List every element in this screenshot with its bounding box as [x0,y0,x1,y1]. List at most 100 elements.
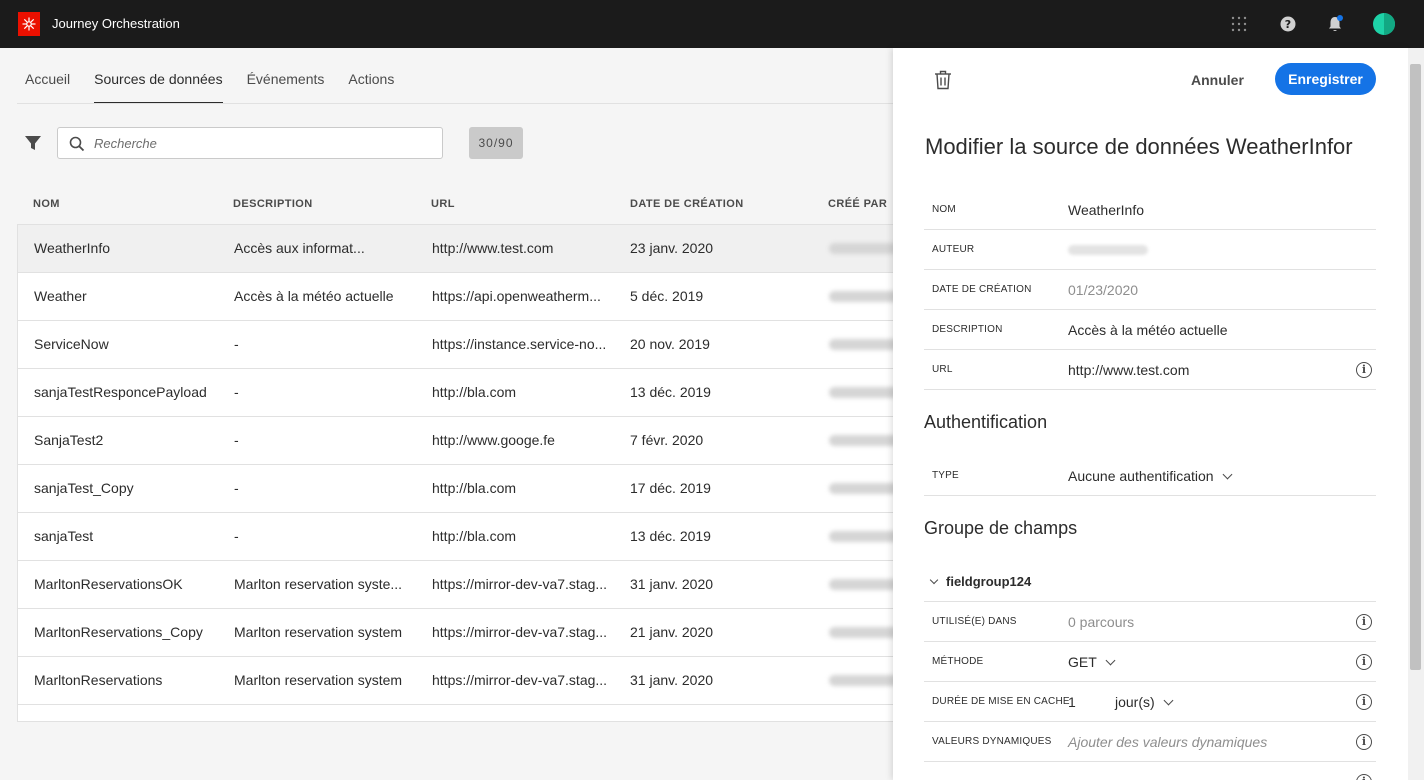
info-icon[interactable]: i [1356,362,1372,378]
apps-grid-icon[interactable] [1228,13,1250,35]
cell-date: 23 janv. 2020 [630,240,714,256]
cell-created-by-redacted [829,579,893,590]
filter-icon[interactable] [24,134,42,152]
avatar-icon[interactable] [1373,13,1395,35]
cell-name: MarltonReservations_Copy [34,624,203,640]
fieldgroup-section-title: Groupe de champs [924,518,1078,538]
info-icon[interactable]: i [1356,694,1372,710]
chevron-down-icon[interactable] [1163,695,1174,706]
cell-url: https://mirror-dev-va7.stag... [432,672,608,688]
cell-name: Weather [34,288,87,304]
cell-description: - [234,384,239,400]
field-label: NOM [932,204,956,215]
cell-created-by-redacted [829,291,893,302]
table-row[interactable]: MarltonReservations_Copy Marlton reserva… [18,609,893,657]
cell-date: 17 déc. 2019 [630,480,711,496]
chevron-down-icon[interactable] [1222,469,1233,480]
cell-date: 31 janv. 2020 [630,672,714,688]
cell-created-by-redacted [829,339,893,350]
cell-url: http://bla.com [432,480,517,496]
tab-evenements[interactable]: Événements [247,48,325,104]
field-label: UTILISÉ(E) DANS [932,616,1017,627]
cell-url: http://bla.com [432,528,517,544]
cell-description: Marlton reservation syste... [234,576,403,592]
description-value[interactable]: Accès à la météo actuelle [1068,310,1228,350]
table-row[interactable]: Weather Accès à la météo actuelle https:… [18,273,893,321]
table-row[interactable]: sanjaTest_Copy - http://bla.com 17 déc. … [18,465,893,513]
main-content: Accueil Sources de données Événements Ac… [0,48,893,780]
cell-url: http://bla.com [432,384,517,400]
cell-created-by-redacted [829,627,893,638]
auth-type-value: Aucune authentification [1068,468,1214,484]
field-label: DATE DE CRÉATION [932,284,1032,295]
cell-date: 13 déc. 2019 [630,528,711,544]
table-row[interactable]: ServiceNow - https://instance.service-no… [18,321,893,369]
table-row[interactable]: sanjaTest - http://bla.com 13 déc. 2019 [18,513,893,561]
column-header-nom[interactable]: NOM [33,198,60,210]
adobe-logo-icon[interactable] [18,12,40,36]
auth-type-dropdown[interactable]: Aucune authentification [1068,456,1233,496]
bell-icon[interactable] [1324,13,1346,35]
column-header-cree-par[interactable]: CRÉÉ PAR [828,198,887,210]
method-dropdown[interactable]: GET [1068,642,1116,682]
field-row-author: AUTEUR [924,230,1376,270]
field-label: DESCRIPTION [932,324,1003,335]
fieldgroup-name: fieldgroup124 [946,574,1032,589]
trash-icon[interactable] [934,70,952,90]
column-header-date[interactable]: DATE DE CRÉATION [630,198,744,210]
cell-description: - [234,480,239,496]
app-title: Journey Orchestration [52,16,180,31]
cell-url: http://www.googe.fe [432,432,555,448]
cell-url: https://api.openweatherm... [432,288,601,304]
cell-description: - [234,528,239,544]
cell-description: Accès aux informat... [234,240,365,256]
field-label: MÉTHODE [932,656,984,667]
auth-section-title: Authentification [924,412,1048,432]
table-row[interactable]: SanjaTest2 - http://www.googe.fe 7 févr.… [18,417,893,465]
table-row[interactable]: WeatherInfo Accès aux informat... http:/… [18,225,893,273]
cell-created-by-redacted [829,675,893,686]
table-row[interactable]: sanjaTestResponcePayload - http://bla.co… [18,369,893,417]
column-header-url[interactable]: URL [431,198,455,210]
chevron-down-icon[interactable] [1105,655,1116,666]
chevron-down-icon[interactable] [929,575,939,585]
scrollbar-thumb[interactable] [1410,64,1421,670]
tab-actions[interactable]: Actions [348,48,394,104]
cell-name: MarltonReservations [34,672,163,688]
cell-description: Marlton reservation system [234,672,403,688]
info-icon[interactable]: i [1356,734,1372,750]
table-row[interactable]: MarltonReservationsOK Marlton reservatio… [18,561,893,609]
tab-accueil[interactable]: Accueil [25,48,70,104]
field-row-dynamic-values: VALEURS DYNAMIQUES Ajouter des valeurs d… [924,722,1376,762]
info-icon[interactable]: i [1356,774,1372,780]
cell-description: Marlton reservation system [234,624,403,640]
cache-unit-dropdown[interactable]: jour(s) [1115,682,1174,722]
search-field[interactable] [57,127,443,159]
cell-name: WeatherInfo [34,240,111,256]
info-icon[interactable]: i [1356,654,1372,670]
table-row[interactable]: MarltonReservations Marlton reservation … [18,657,893,705]
search-input[interactable] [94,128,434,158]
field-row-description: DESCRIPTION Accès à la météo actuelle [924,310,1376,350]
field-label: AUTEUR [932,244,975,255]
cell-date: 7 févr. 2020 [630,432,704,448]
cancel-button[interactable]: Annuler [1179,64,1256,96]
cache-duration-input[interactable]: 1 [1068,682,1076,722]
info-icon[interactable]: i [1356,614,1372,630]
dynamic-values-input[interactable]: Ajouter des valeurs dynamiques [1068,722,1267,762]
author-value-redacted [1068,245,1148,255]
column-header-description[interactable]: DESCRIPTION [233,198,313,210]
cell-date: 21 janv. 2020 [630,624,714,640]
url-value[interactable]: http://www.test.com [1068,350,1189,390]
table-header: NOM DESCRIPTION URL DATE DE CRÉATION CRÉ… [17,198,893,224]
help-icon[interactable]: ? [1277,13,1299,35]
field-row-name: NOM WeatherInfo [924,190,1376,230]
cell-name: sanjaTest [34,528,94,544]
fieldgroup-header[interactable]: fieldgroup124 [924,566,1376,602]
name-value[interactable]: WeatherInfo [1068,190,1144,230]
save-button[interactable]: Enregistrer [1275,63,1376,95]
method-value: GET [1068,654,1097,670]
cell-description: Accès à la météo actuelle [234,288,394,304]
cell-url: https://mirror-dev-va7.stag... [432,624,608,640]
tab-sources-de-donnees[interactable]: Sources de données [94,48,224,104]
